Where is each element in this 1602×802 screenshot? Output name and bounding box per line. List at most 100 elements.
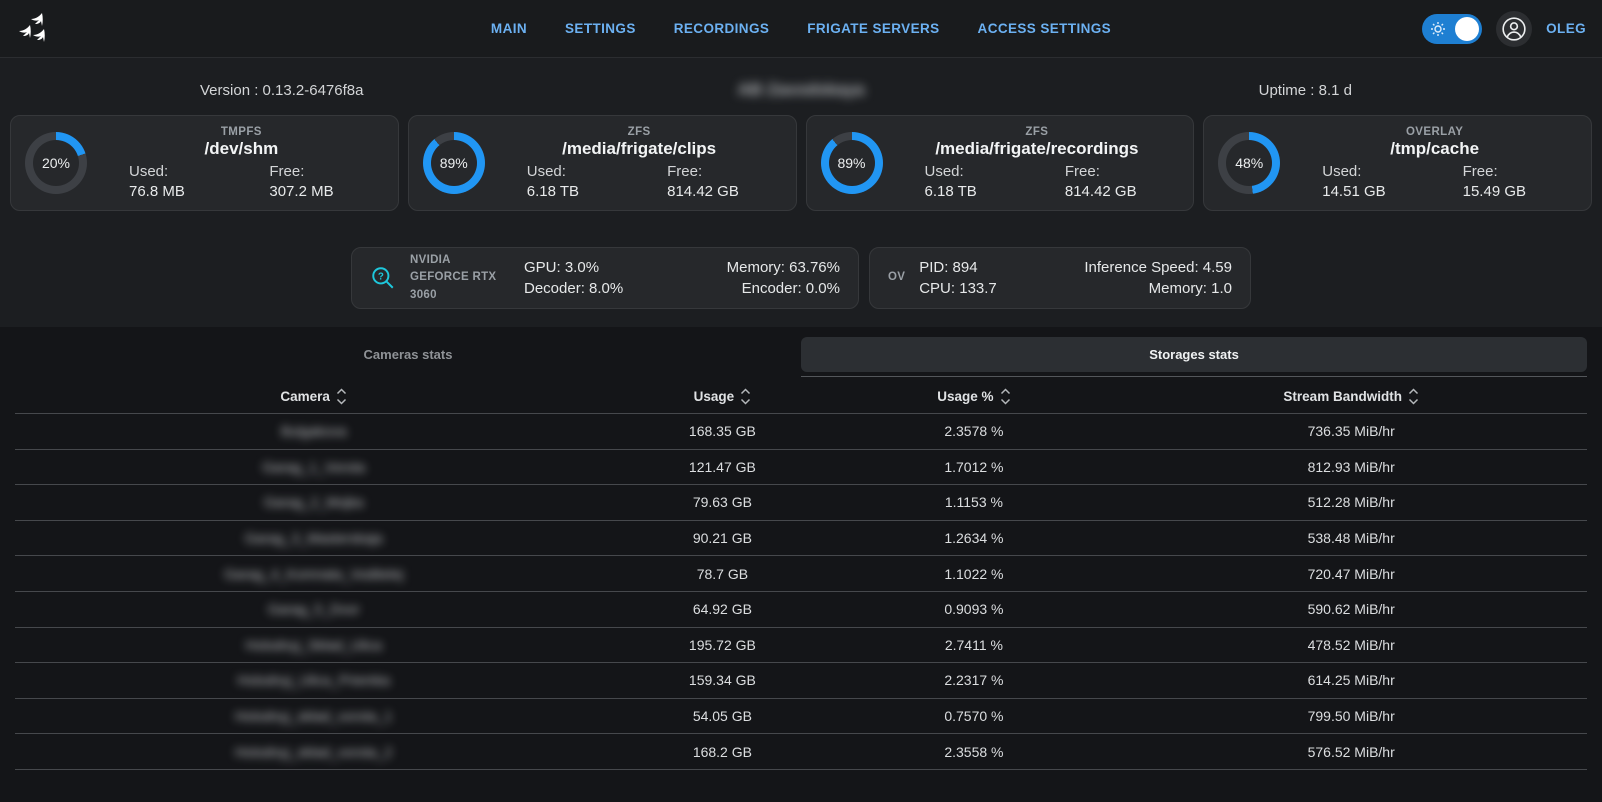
fs-path: /tmp/cache xyxy=(1292,139,1577,159)
fs-type: OVERLAY xyxy=(1292,126,1577,138)
nav-item-settings[interactable]: SETTINGS xyxy=(565,21,636,36)
sort-icon xyxy=(336,388,347,405)
nav-item-access-settings[interactable]: ACCESS SETTINGS xyxy=(978,21,1112,36)
bandwidth-value: 576.52 MiB/hr xyxy=(1115,744,1587,760)
camera-name: Holodnyj_sklad_vorota_1 xyxy=(15,708,612,724)
camera-name: Holodnyj_Sklad_Ulica xyxy=(15,637,612,653)
bandwidth-value: 590.62 MiB/hr xyxy=(1115,601,1587,617)
camera-name: Garag_3_Masterskaja xyxy=(15,530,612,546)
navbar: MAIN SETTINGS RECORDINGS FRIGATE SERVERS… xyxy=(0,0,1602,58)
usage-value: 54.05 GB xyxy=(612,708,832,724)
table-header: Camera Usage Usage % Stream Bandwidth xyxy=(15,380,1587,414)
table-row: Garag_5_Dvor64.92 GB0.9093 %590.62 MiB/h… xyxy=(15,592,1587,628)
table-row: Garag_4_Komnata_Voditelej78.7 GB1.1022 %… xyxy=(15,556,1587,592)
nav-item-recordings[interactable]: RECORDINGS xyxy=(674,21,770,36)
usage-value: 78.7 GB xyxy=(612,566,832,582)
storage-card-tmp-cache: 48% OVERLAY /tmp/cache Used: Free: 14.51… xyxy=(1203,115,1592,211)
usage-value: 64.92 GB xyxy=(612,601,832,617)
nav-item-main[interactable]: MAIN xyxy=(491,21,527,36)
table-row: Garag_3_Masterskaja90.21 GB1.2634 %538.4… xyxy=(15,521,1587,557)
column-header-camera[interactable]: Camera xyxy=(15,388,612,405)
usage-value: 195.72 GB xyxy=(612,637,832,653)
storage-card-dev-shm: 20% TMPFS /dev/shm Used: Free: 76.8 MB 3… xyxy=(10,115,399,211)
detector-stats-card: ov PID: 894 CPU: 133.7 Inference Speed: … xyxy=(869,247,1251,309)
usage-percent-value: 0.7570 % xyxy=(832,708,1115,724)
camera-name: Garag_5_Dvor xyxy=(15,601,612,617)
table-row: Holodnyj_Ulica_Priemka159.34 GB2.2317 %6… xyxy=(15,663,1587,699)
main-nav: MAIN SETTINGS RECORDINGS FRIGATE SERVERS… xyxy=(0,21,1602,36)
column-header-usage-percent[interactable]: Usage % xyxy=(832,388,1115,405)
navbar-right: OLEG xyxy=(1422,11,1586,47)
storage-cards-row: 20% TMPFS /dev/shm Used: Free: 76.8 MB 3… xyxy=(0,115,1602,211)
usage-percent-value: 2.7411 % xyxy=(832,637,1115,653)
user-avatar-button[interactable] xyxy=(1496,11,1532,47)
free-label: Free: xyxy=(241,163,383,180)
processor-cards-row: ? NVIDIA GEFORCE RTX 3060 GPU: 3.0% Deco… xyxy=(0,247,1602,309)
gpu-memory: Memory: 63.76% xyxy=(727,259,840,276)
free-value: 814.42 GB xyxy=(1037,183,1179,200)
system-overview-section: Version : 0.13.2-6476f8a AB Zavodskaya U… xyxy=(0,58,1602,327)
nav-item-frigate-servers[interactable]: FRIGATE SERVERS xyxy=(807,21,939,36)
username[interactable]: OLEG xyxy=(1546,21,1586,36)
table-body: Bulgakova168.35 GB2.3578 %736.35 MiB/hrG… xyxy=(15,414,1587,770)
detector-cpu: CPU: 133.7 xyxy=(919,280,997,297)
detector-inference-speed: Inference Speed: 4.59 xyxy=(1084,259,1232,276)
gauge-percent: 20% xyxy=(42,155,70,171)
sort-icon xyxy=(1408,388,1419,405)
gpu-name: NVIDIA GEFORCE RTX 3060 xyxy=(410,252,510,304)
gauge-percent: 89% xyxy=(837,155,865,171)
gpu-stats-card: ? NVIDIA GEFORCE RTX 3060 GPU: 3.0% Deco… xyxy=(351,247,859,309)
fs-path: /dev/shm xyxy=(99,139,384,159)
fs-path: /media/frigate/clips xyxy=(497,139,782,159)
used-value: 6.18 TB xyxy=(895,183,1037,200)
usage-percent-value: 1.7012 % xyxy=(832,459,1115,475)
toggle-knob xyxy=(1455,17,1479,41)
used-label: Used: xyxy=(497,163,639,180)
used-value: 14.51 GB xyxy=(1292,183,1434,200)
used-value: 76.8 MB xyxy=(99,183,241,200)
camera-name: Holodnyj_Ulica_Priemka xyxy=(15,672,612,688)
column-header-stream-bandwidth[interactable]: Stream Bandwidth xyxy=(1115,388,1587,405)
free-label: Free: xyxy=(1435,163,1577,180)
fs-type: TMPFS xyxy=(99,126,384,138)
stats-tabs: Cameras stats Storages stats xyxy=(15,337,1587,372)
bandwidth-value: 720.47 MiB/hr xyxy=(1115,566,1587,582)
free-value: 307.2 MB xyxy=(241,183,383,200)
storage-card-clips: 89% ZFS /media/frigate/clips Used: Free:… xyxy=(408,115,797,211)
used-value: 6.18 TB xyxy=(497,183,639,200)
camera-name: Garag_1_Vorota xyxy=(15,459,612,475)
tab-cameras-stats[interactable]: Cameras stats xyxy=(15,337,801,372)
usage-percent-value: 2.3578 % xyxy=(832,423,1115,439)
column-header-usage[interactable]: Usage xyxy=(612,388,832,405)
usage-percent-value: 0.9093 % xyxy=(832,601,1115,617)
free-label: Free: xyxy=(639,163,781,180)
used-label: Used: xyxy=(99,163,241,180)
gpu-encoder: Encoder: 0.0% xyxy=(727,280,840,297)
used-label: Used: xyxy=(895,163,1037,180)
tab-storages-stats[interactable]: Storages stats xyxy=(801,337,1587,372)
frigate-logo[interactable] xyxy=(16,7,60,51)
usage-percent-value: 1.1022 % xyxy=(832,566,1115,582)
gpu-usage: GPU: 3.0% xyxy=(524,259,623,276)
free-value: 814.42 GB xyxy=(639,183,781,200)
detector-memory: Memory: 1.0 xyxy=(1084,280,1232,297)
usage-gauge: 20% xyxy=(25,132,87,194)
sun-icon xyxy=(1430,21,1446,37)
table-row: Holodnyj_Sklad_Ulica195.72 GB2.7411 %478… xyxy=(15,628,1587,664)
frigate-birds-icon xyxy=(18,9,58,49)
usage-gauge: 89% xyxy=(821,132,883,194)
theme-toggle[interactable] xyxy=(1422,14,1482,44)
usage-value: 159.34 GB xyxy=(612,672,832,688)
stats-section: Cameras stats Storages stats Camera Usag… xyxy=(0,327,1602,770)
usage-percent-value: 2.2317 % xyxy=(832,672,1115,688)
usage-value: 168.2 GB xyxy=(612,744,832,760)
fs-type: ZFS xyxy=(497,126,782,138)
server-title: AB Zavodskaya xyxy=(0,80,1602,100)
camera-name: Holodnyj_sklad_vorota_2 xyxy=(15,744,612,760)
usage-gauge: 48% xyxy=(1218,132,1280,194)
detector-name: ov xyxy=(888,269,905,286)
usage-value: 79.63 GB xyxy=(612,494,832,510)
bandwidth-value: 812.93 MiB/hr xyxy=(1115,459,1587,475)
camera-name: Garag_2_Mojka xyxy=(15,494,612,510)
bandwidth-value: 478.52 MiB/hr xyxy=(1115,637,1587,653)
